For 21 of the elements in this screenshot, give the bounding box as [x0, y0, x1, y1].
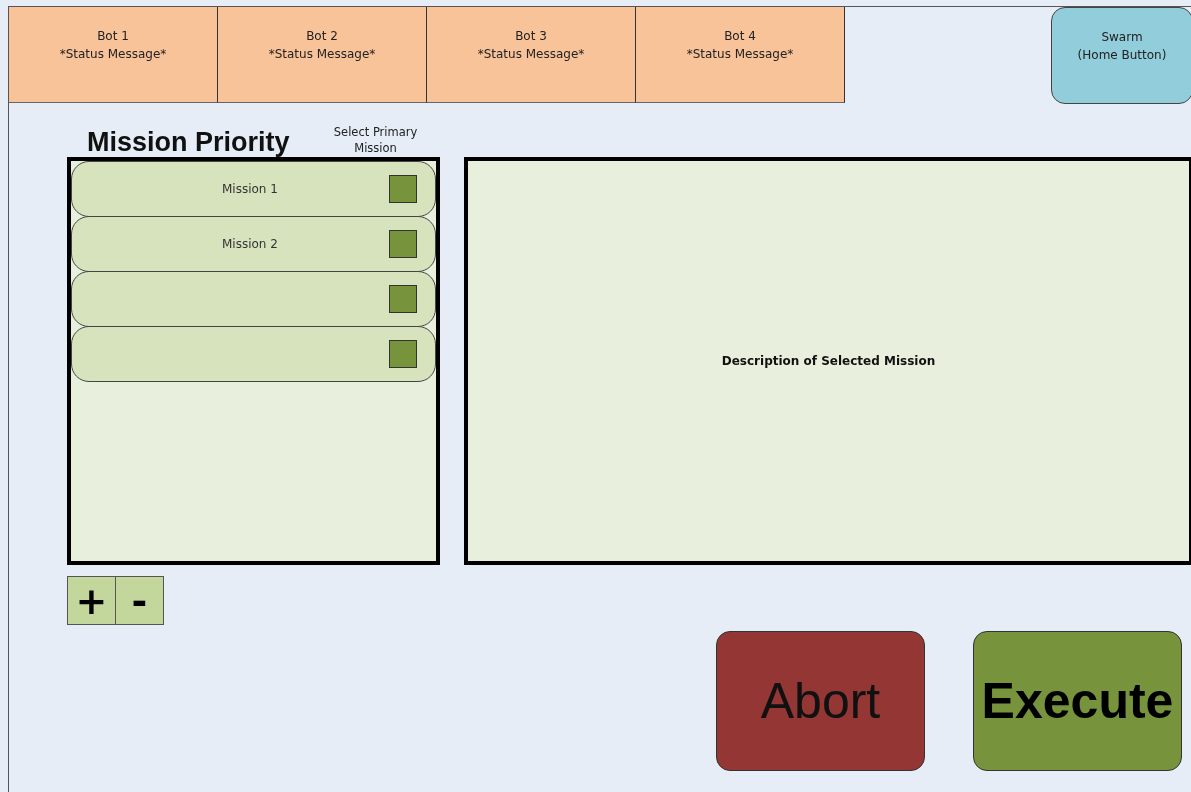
primary-checkbox[interactable] [389, 175, 417, 203]
home-button[interactable]: Swarm (Home Button) [1051, 7, 1191, 104]
primary-checkbox[interactable] [389, 285, 417, 313]
bot-status-tile[interactable]: Bot 1 *Status Message* [9, 7, 218, 103]
mission-row[interactable] [71, 326, 436, 382]
mission-row[interactable]: Mission 1 [71, 161, 436, 217]
section-title: Mission Priority [87, 127, 290, 157]
column-label: Select Primary Mission [332, 124, 419, 156]
remove-button[interactable]: - [115, 576, 164, 625]
mission-row[interactable]: Mission 2 [71, 216, 436, 272]
bot-status-tile[interactable]: Bot 4 *Status Message* [636, 7, 845, 103]
execute-button[interactable]: Execute [973, 631, 1182, 771]
primary-checkbox[interactable] [389, 230, 417, 258]
mission-label: Mission 1 [222, 182, 278, 196]
bot-status-tile[interactable]: Bot 2 *Status Message* [218, 7, 427, 103]
bot-status-tile[interactable]: Bot 3 *Status Message* [427, 7, 636, 103]
description-panel: Description of Selected Mission [464, 157, 1191, 565]
add-button[interactable]: + [67, 576, 116, 625]
mission-label: Mission 2 [222, 237, 278, 251]
mission-row[interactable] [71, 271, 436, 327]
primary-checkbox[interactable] [389, 340, 417, 368]
